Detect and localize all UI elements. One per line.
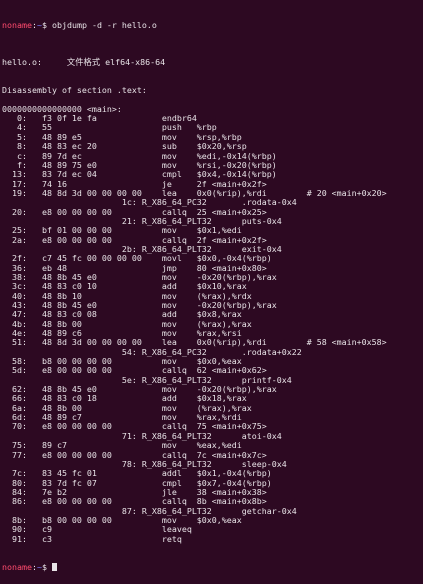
output-line: Disassembly of section .text: bbox=[2, 85, 147, 96]
active-prompt-line[interactable]: noname:~$ bbox=[2, 561, 423, 572]
prompt-user-host: noname bbox=[2, 19, 32, 30]
command-line: noname:~$ objdump -d -r hello.o bbox=[2, 19, 423, 30]
prompt-user-host: noname bbox=[2, 561, 32, 572]
terminal-window[interactable]: noname:~$ objdump -d -r hello.o hello.o:… bbox=[0, 0, 423, 584]
prompt-symbol: $ bbox=[41, 561, 52, 572]
terminal-output: hello.o: 文件格式 elf64-x86-64 Disassembly of… bbox=[2, 49, 423, 544]
text-cursor bbox=[51, 562, 57, 571]
command-text: objdump -d -r hello.o bbox=[51, 19, 157, 30]
output-line: 91: c3 retq bbox=[2, 533, 182, 544]
prompt-symbol: $ bbox=[41, 19, 52, 30]
output-line: hello.o: 文件格式 elf64-x86-64 bbox=[2, 57, 166, 68]
